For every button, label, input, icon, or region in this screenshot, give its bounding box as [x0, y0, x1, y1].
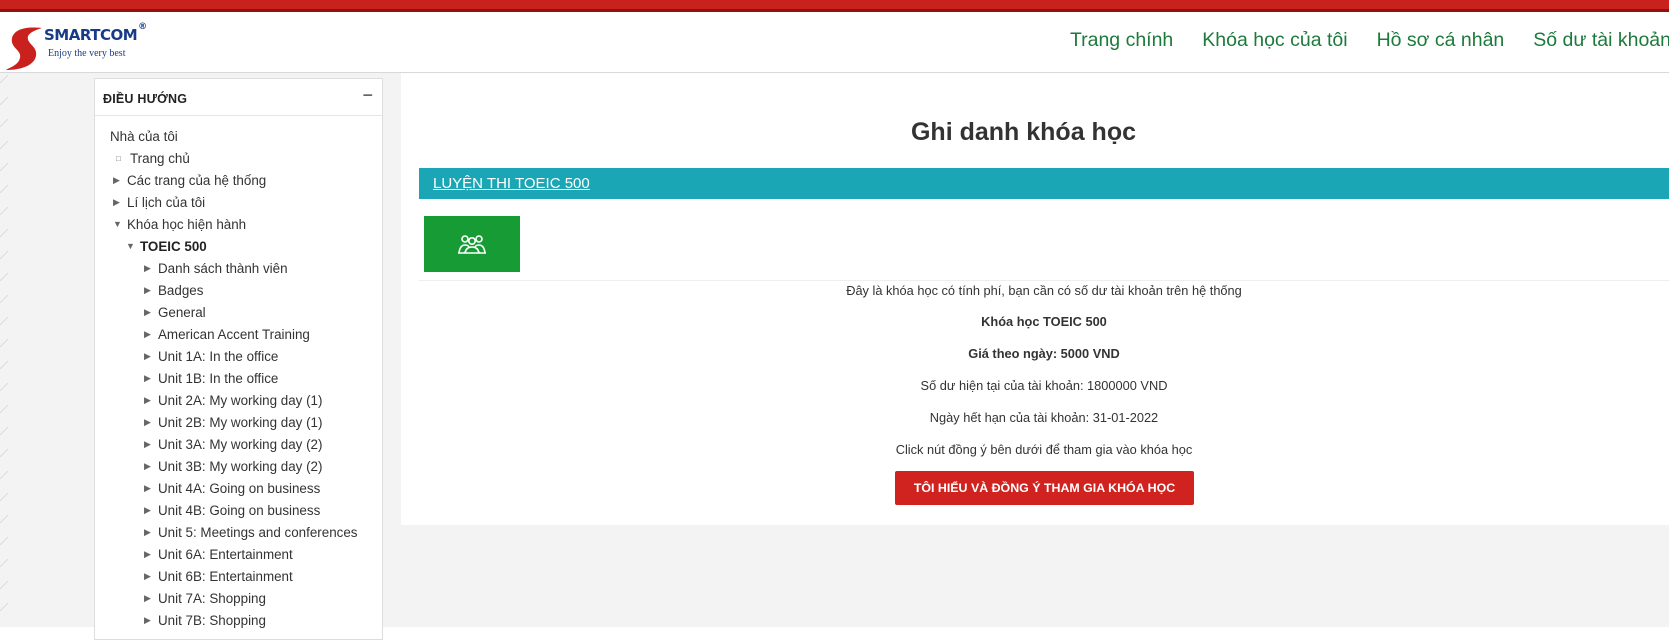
tree-item-label[interactable]: Unit 2A: My working day (1): [158, 393, 322, 408]
tree-item-section[interactable]: ▶ Unit 3B: My working day (2): [144, 456, 322, 476]
tree-item-label[interactable]: Unit 5: Meetings and conferences: [158, 525, 358, 540]
expand-arrow-icon: ▶: [144, 614, 151, 625]
tree-item-section[interactable]: ▶ Unit 4A: Going on business: [144, 478, 320, 498]
logo-wordmark: SMARTCOM®: [44, 22, 147, 44]
bullet-icon: □: [116, 153, 121, 163]
logo-swoosh-icon: [6, 27, 42, 70]
tree-item-section[interactable]: ▶ Unit 6A: Entertainment: [144, 544, 293, 564]
expand-arrow-icon: ▶: [144, 262, 151, 273]
tree-item-label[interactable]: Các trang của hệ thống: [127, 173, 266, 188]
tree-item-label[interactable]: Unit 6A: Entertainment: [158, 547, 293, 562]
tree-item-general[interactable]: ▶ General: [144, 302, 206, 322]
expand-arrow-icon: ▶: [144, 570, 151, 581]
tree-item-site-pages[interactable]: ▶ Các trang của hệ thống: [113, 170, 266, 190]
collapse-arrow-icon: ▼: [126, 241, 135, 251]
tree-item-my-home[interactable]: Nhà của tôi: [110, 126, 178, 146]
tree-item-current-courses[interactable]: ▼ Khóa học hiện hành: [113, 214, 246, 234]
tree-item-label[interactable]: Lí lịch của tôi: [127, 195, 205, 210]
tree-item-section[interactable]: ▶ Unit 2B: My working day (1): [144, 412, 322, 432]
course-name-link[interactable]: LUYỆN THI TOEIC 500: [433, 175, 590, 192]
expand-arrow-icon: ▶: [144, 460, 151, 471]
expand-arrow-icon: ▶: [144, 284, 151, 295]
tree-item-section[interactable]: ▶ Unit 4B: Going on business: [144, 500, 320, 520]
tree-item-section[interactable]: ▶ Unit 1A: In the office: [144, 346, 278, 366]
tree-item-label[interactable]: Unit 7A: Shopping: [158, 591, 266, 606]
expand-arrow-icon: ▶: [144, 328, 151, 339]
nav-my-courses[interactable]: Khóa học của tôi: [1202, 29, 1347, 52]
decorative-pattern: [0, 74, 9, 612]
tree-item-label[interactable]: Unit 2B: My working day (1): [158, 415, 322, 430]
course-name-text: Khóa học TOEIC 500: [981, 314, 1107, 329]
collapse-arrow-icon: ▼: [113, 219, 122, 229]
expand-arrow-icon: ▶: [113, 196, 120, 207]
account-balance-text: Số dư hiện tại của tài khoản: 1800000 VN…: [920, 378, 1168, 393]
paid-course-notice: Đây là khóa học có tính phí, bạn cần có …: [846, 283, 1242, 298]
tree-item-badges[interactable]: ▶ Badges: [144, 280, 203, 300]
collapse-icon[interactable]: −: [362, 85, 373, 106]
tree-item-toeic-500[interactable]: ▼ TOEIC 500: [126, 236, 207, 256]
tree-item-label[interactable]: Unit 1B: In the office: [158, 371, 278, 386]
logo-tagline: Enjoy the very best: [48, 48, 126, 59]
tree-item-section[interactable]: ▶ Unit 5: Meetings and conferences: [144, 522, 358, 542]
nav-balance[interactable]: Số dư tài khoản: [1533, 29, 1669, 52]
tree-item-label[interactable]: General: [158, 305, 206, 320]
daily-price-text: Giá theo ngày: 5000 VND: [968, 346, 1120, 361]
tree-item-section[interactable]: ▶ Unit 7A: Shopping: [144, 588, 266, 608]
tree-item-section[interactable]: ▶ Unit 7B: Shopping: [144, 610, 266, 630]
tree-item-section[interactable]: ▶ Unit 2A: My working day (1): [144, 390, 322, 410]
tree-item-label[interactable]: Danh sách thành viên: [158, 261, 288, 276]
expand-arrow-icon: ▶: [144, 504, 151, 515]
nav-home[interactable]: Trang chính: [1070, 29, 1173, 52]
expand-arrow-icon: ▶: [144, 526, 151, 537]
tree-item-label[interactable]: Trang chủ: [130, 151, 190, 166]
tree-item-label[interactable]: Unit 3B: My working day (2): [158, 459, 322, 474]
nav-profile[interactable]: Hồ sơ cá nhân: [1377, 29, 1505, 52]
tree-item-section[interactable]: ▶ Unit 1B: In the office: [144, 368, 278, 388]
tree-item-label[interactable]: American Accent Training: [158, 327, 310, 342]
tree-item-label[interactable]: Unit 1A: In the office: [158, 349, 278, 364]
tree-item-label[interactable]: Unit 6B: Entertainment: [158, 569, 293, 584]
tree-item-section[interactable]: ▶ Unit 3A: My working day (2): [144, 434, 322, 454]
header-accent-stripe: [0, 0, 1669, 12]
top-nav: Trang chính Khóa học của tôi Hồ sơ cá nh…: [1041, 29, 1669, 52]
tree-item-section[interactable]: ▶ Unit 6B: Entertainment: [144, 566, 293, 586]
agree-enrol-button[interactable]: TÔI HIỂU VÀ ĐỒNG Ý THAM GIA KHÓA HỌC: [895, 471, 1194, 505]
tree-item-label[interactable]: Nhà của tôi: [110, 129, 178, 144]
expand-arrow-icon: ▶: [144, 548, 151, 559]
site-logo[interactable]: SMARTCOM® Enjoy the very best: [6, 22, 147, 70]
expand-arrow-icon: ▶: [144, 592, 151, 603]
tree-item-label[interactable]: Unit 3A: My working day (2): [158, 437, 322, 452]
navigation-block-title: ĐIỀU HƯỚNG: [103, 92, 188, 106]
self-enrol-icon-button[interactable]: [424, 216, 520, 272]
expand-arrow-icon: ▶: [144, 350, 151, 361]
expand-arrow-icon: ▶: [144, 372, 151, 383]
expand-arrow-icon: ▶: [144, 416, 151, 427]
tree-item-label[interactable]: Khóa học hiện hành: [127, 217, 246, 232]
tree-item-participants[interactable]: ▶ Danh sách thành viên: [144, 258, 288, 278]
tree-item-label[interactable]: TOEIC 500: [140, 239, 207, 254]
expand-arrow-icon: ▶: [144, 394, 151, 405]
tree-item-label[interactable]: Unit 4A: Going on business: [158, 481, 320, 496]
navigation-block-header: ĐIỀU HƯỚNG −: [95, 79, 382, 116]
expand-arrow-icon: ▶: [113, 174, 120, 185]
account-expiry-text: Ngày hết hạn của tài khoản: 31-01-2022: [929, 410, 1159, 425]
site-header: SMARTCOM® Enjoy the very best Trang chín…: [0, 12, 1669, 73]
enrol-instruction-text: Click nút đồng ý bên dưới để tham gia và…: [895, 442, 1193, 457]
tree-item-label[interactable]: Unit 4B: Going on business: [158, 503, 320, 518]
tree-item-section[interactable]: ▶ American Accent Training: [144, 324, 310, 344]
tree-item-my-profile[interactable]: ▶ Lí lịch của tôi: [113, 192, 205, 212]
tree-item-label[interactable]: Badges: [158, 283, 203, 298]
content-divider: [419, 280, 1669, 281]
tree-item-label[interactable]: Unit 7B: Shopping: [158, 613, 266, 628]
expand-arrow-icon: ▶: [144, 482, 151, 493]
tree-item-site-home[interactable]: □ Trang chủ: [116, 148, 190, 168]
expand-arrow-icon: ▶: [144, 306, 151, 317]
page-title: Ghi danh khóa học: [910, 118, 1136, 146]
self-enrol-icon: [458, 235, 486, 254]
course-header-bar: LUYỆN THI TOEIC 500: [419, 168, 1669, 199]
expand-arrow-icon: ▶: [144, 438, 151, 449]
